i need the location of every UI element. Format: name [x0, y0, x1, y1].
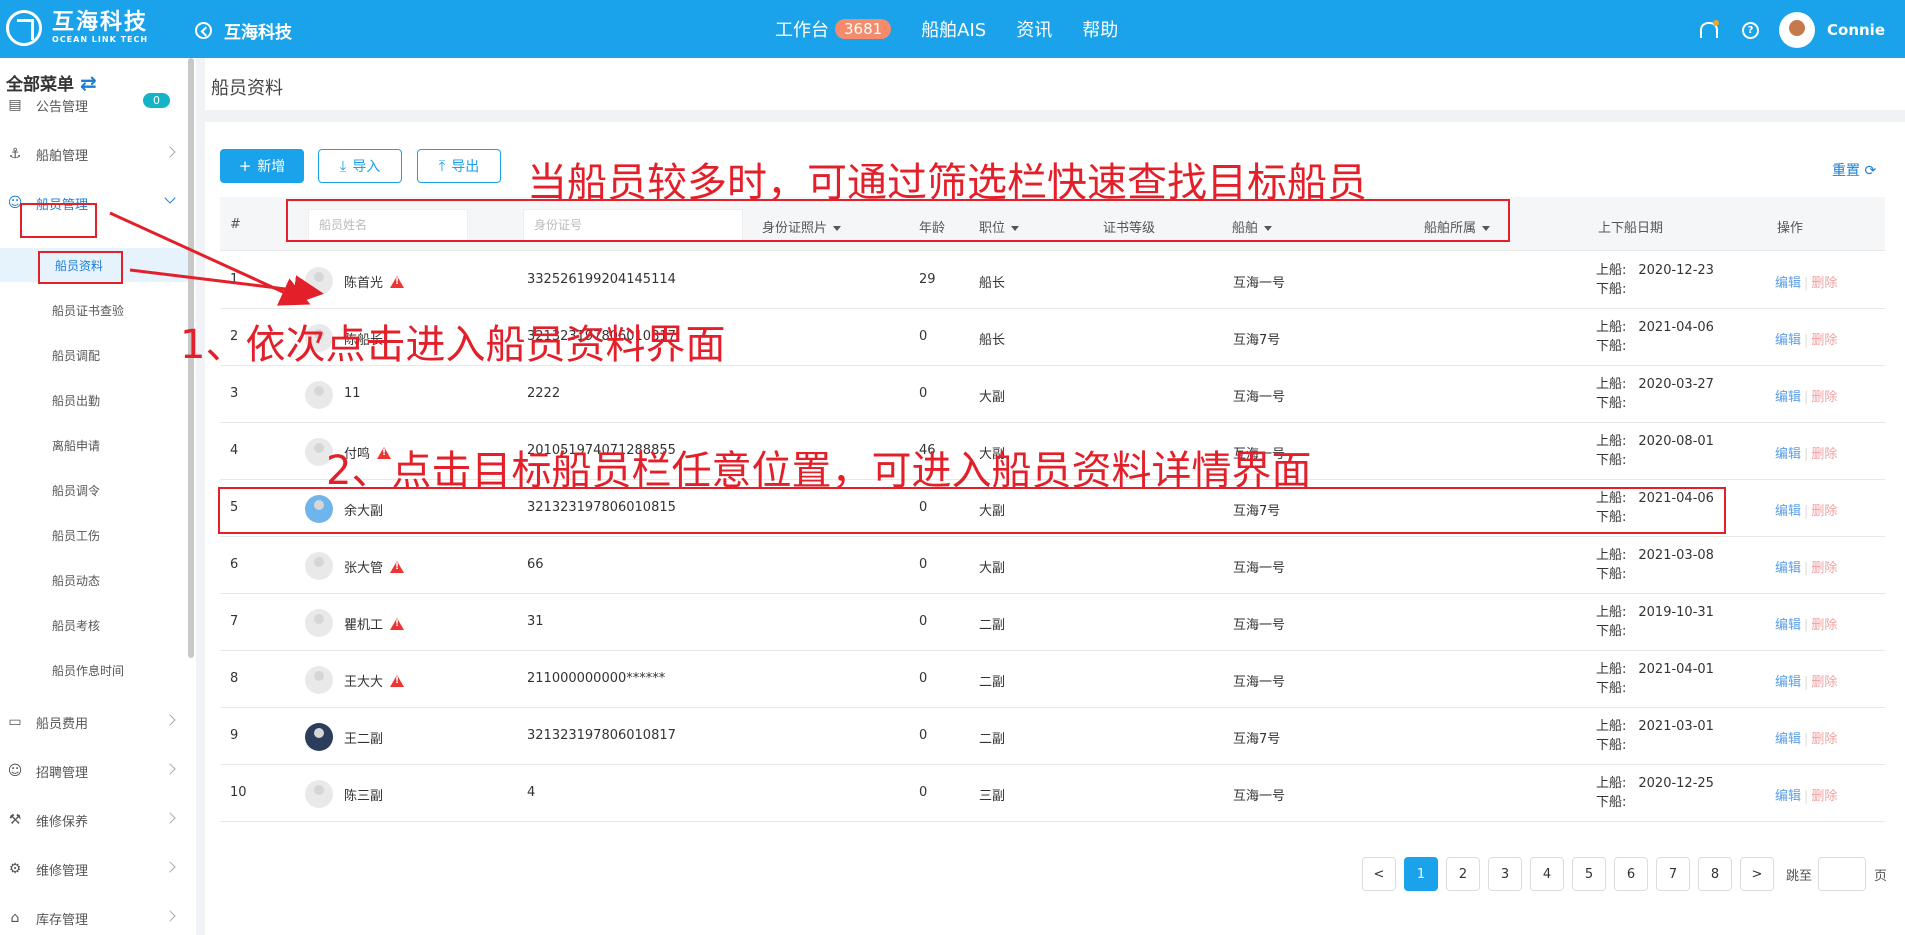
annotation-arrows: [109, 211, 324, 306]
arrow-to-step1-sub: [129, 268, 324, 305]
